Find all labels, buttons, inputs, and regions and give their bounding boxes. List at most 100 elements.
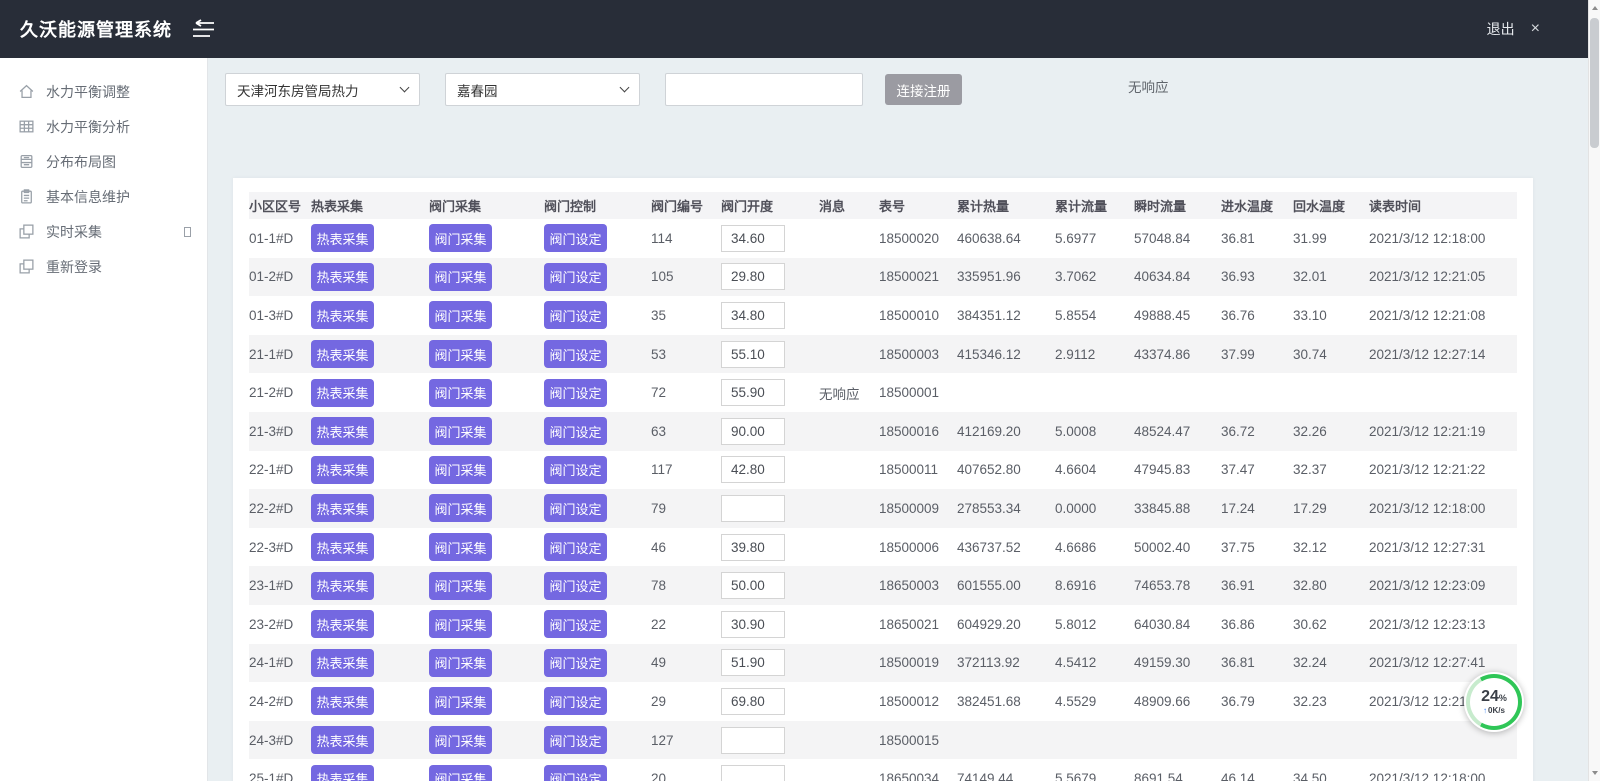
meter-number-cell: 18500021	[879, 258, 957, 297]
valve-collect-button[interactable]: 阀门采集	[429, 765, 492, 781]
column-header: 瞬时流量	[1134, 192, 1221, 219]
valve-opening-cell	[721, 373, 819, 412]
return-temp-cell: 32.37	[1293, 451, 1369, 490]
valve-set-button[interactable]: 阀门设定	[544, 494, 607, 522]
valve-opening-input[interactable]	[721, 418, 785, 445]
sidebar-item-hydraulic-balance-adjust[interactable]: 水力平衡调整	[0, 74, 207, 109]
valve-opening-input[interactable]	[721, 495, 785, 522]
scrollbar-up-arrow-icon[interactable]	[1592, 6, 1598, 10]
valve-opening-input[interactable]	[721, 341, 785, 368]
close-icon[interactable]: ×	[1531, 21, 1540, 37]
valve-collect-button[interactable]: 阀门采集	[429, 301, 492, 329]
sidebar-item-hydraulic-balance-analysis[interactable]: 水力平衡分析	[0, 109, 207, 144]
valve-set-button[interactable]: 阀门设定	[544, 301, 607, 329]
meter-number-cell: 18500019	[879, 644, 957, 683]
heat-collect-button[interactable]: 热表采集	[311, 301, 374, 329]
valve-number-cell: 53	[651, 335, 721, 374]
sidebar-collapse-icon[interactable]	[188, 19, 218, 39]
page-scrollbar[interactable]	[1588, 0, 1600, 781]
valve-set-button[interactable]: 阀门设定	[544, 417, 607, 445]
meter-number-cell: 18500010	[879, 296, 957, 335]
valve-collect-button[interactable]: 阀门采集	[429, 533, 492, 561]
valve-collect-button[interactable]: 阀门采集	[429, 379, 492, 407]
valve-opening-input[interactable]	[721, 456, 785, 483]
heat-collect-button[interactable]: 热表采集	[311, 224, 374, 252]
heat-collect-button[interactable]: 热表采集	[311, 494, 374, 522]
valve-opening-input[interactable]	[721, 572, 785, 599]
sidebar-item-distribution-map[interactable]: 分布布局图	[0, 144, 207, 179]
connect-register-button[interactable]: 连接注册	[885, 74, 962, 105]
valve-opening-input[interactable]	[721, 688, 785, 715]
valve-set-button[interactable]: 阀门设定	[544, 379, 607, 407]
valve-number-cell: 46	[651, 528, 721, 567]
valve-set-button[interactable]: 阀门设定	[544, 263, 607, 291]
message-cell	[819, 258, 879, 297]
logout-button[interactable]: 退出	[1487, 19, 1515, 39]
download-speed-widget[interactable]: 24% ↑0K/s	[1464, 672, 1524, 732]
valve-set-button[interactable]: 阀门设定	[544, 726, 607, 754]
valve-set-button[interactable]: 阀门设定	[544, 572, 607, 600]
valve-opening-input[interactable]	[721, 302, 785, 329]
valve-opening-input[interactable]	[721, 765, 785, 781]
valve-set-button-cell: 阀门设定	[544, 373, 651, 412]
sidebar-item-realtime-collection[interactable]: 实时采集	[0, 214, 207, 249]
table-row: 24-3#D热表采集阀门采集阀门设定12718500015	[249, 721, 1517, 760]
column-header: 阀门开度	[721, 192, 819, 219]
heat-collect-button[interactable]: 热表采集	[311, 726, 374, 754]
heat-collect-button[interactable]: 热表采集	[311, 765, 374, 781]
heat-collect-button[interactable]: 热表采集	[311, 417, 374, 445]
total-heat-cell: 460638.64	[957, 219, 1055, 258]
valve-set-button[interactable]: 阀门设定	[544, 687, 607, 715]
total-heat-cell: 74149.44	[957, 759, 1055, 781]
heat-collect-button[interactable]: 热表采集	[311, 340, 374, 368]
company-select[interactable]: 天津河东房管局热力	[225, 73, 420, 106]
valve-collect-button[interactable]: 阀门采集	[429, 687, 492, 715]
return-temp-cell: 32.12	[1293, 528, 1369, 567]
valve-collect-button[interactable]: 阀门采集	[429, 572, 492, 600]
station-input[interactable]	[665, 73, 863, 106]
valve-opening-input[interactable]	[721, 379, 785, 406]
inlet-temp-cell: 37.99	[1221, 335, 1293, 374]
valve-collect-button[interactable]: 阀门采集	[429, 649, 492, 677]
heat-collect-button[interactable]: 热表采集	[311, 572, 374, 600]
valve-set-button[interactable]: 阀门设定	[544, 456, 607, 484]
valve-set-button[interactable]: 阀门设定	[544, 765, 607, 781]
valve-set-button[interactable]: 阀门设定	[544, 340, 607, 368]
scrollbar-down-arrow-icon[interactable]	[1592, 771, 1598, 775]
heat-collect-button[interactable]: 热表采集	[311, 649, 374, 677]
heat-collect-button-cell: 热表采集	[311, 721, 429, 760]
valve-opening-input[interactable]	[721, 649, 785, 676]
sidebar-item-relogin[interactable]: 重新登录	[0, 249, 207, 284]
valve-collect-button[interactable]: 阀门采集	[429, 417, 492, 445]
total-flow-cell: 4.5529	[1055, 682, 1134, 721]
valve-collect-button[interactable]: 阀门采集	[429, 263, 492, 291]
valve-opening-input[interactable]	[721, 534, 785, 561]
valve-opening-input[interactable]	[721, 727, 785, 754]
heat-collect-button[interactable]: 热表采集	[311, 263, 374, 291]
valve-opening-input[interactable]	[721, 225, 785, 252]
valve-collect-button[interactable]: 阀门采集	[429, 494, 492, 522]
valve-set-button[interactable]: 阀门设定	[544, 649, 607, 677]
heat-collect-button-cell: 热表采集	[311, 605, 429, 644]
valve-collect-button[interactable]: 阀门采集	[429, 340, 492, 368]
community-select[interactable]: 嘉春园	[445, 73, 640, 106]
valve-collect-button[interactable]: 阀门采集	[429, 610, 492, 638]
total-heat-cell: 278553.34	[957, 489, 1055, 528]
heat-collect-button[interactable]: 热表采集	[311, 610, 374, 638]
valve-opening-input[interactable]	[721, 611, 785, 638]
valve-collect-button[interactable]: 阀门采集	[429, 456, 492, 484]
scrollbar-thumb[interactable]	[1590, 18, 1599, 148]
total-flow-cell: 8.6916	[1055, 566, 1134, 605]
valve-opening-input[interactable]	[721, 263, 785, 290]
valve-set-button[interactable]: 阀门设定	[544, 224, 607, 252]
valve-set-button[interactable]: 阀门设定	[544, 610, 607, 638]
heat-collect-button[interactable]: 热表采集	[311, 456, 374, 484]
heat-collect-button[interactable]: 热表采集	[311, 533, 374, 561]
heat-collect-button[interactable]: 热表采集	[311, 687, 374, 715]
sidebar-item-basic-info-maintenance[interactable]: 基本信息维护	[0, 179, 207, 214]
heat-collect-button[interactable]: 热表采集	[311, 379, 374, 407]
valve-set-button[interactable]: 阀门设定	[544, 533, 607, 561]
heat-collect-button-cell: 热表采集	[311, 219, 429, 258]
valve-collect-button[interactable]: 阀门采集	[429, 224, 492, 252]
valve-collect-button[interactable]: 阀门采集	[429, 726, 492, 754]
